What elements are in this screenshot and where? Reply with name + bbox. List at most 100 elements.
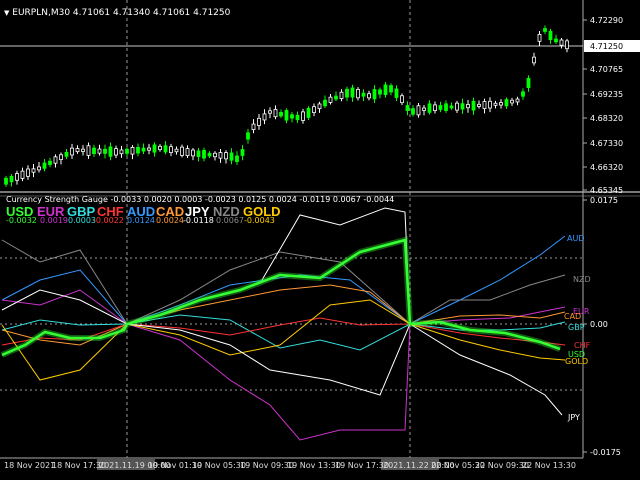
candle-body: [477, 103, 481, 107]
end-label-gbp: GBP: [568, 323, 585, 332]
candle-body: [42, 162, 47, 169]
candle-body: [301, 111, 305, 121]
candle-body: [323, 99, 327, 107]
candle-body: [207, 152, 212, 157]
candle-body: [235, 155, 239, 163]
candle-body: [273, 109, 278, 118]
candle-body: [279, 111, 283, 117]
candle-body: [125, 148, 129, 154]
candle-body: [548, 30, 553, 41]
candle-body: [262, 113, 267, 121]
candle-body: [339, 91, 344, 99]
candle-body: [471, 100, 476, 111]
price-tick-label: 4.66320: [590, 163, 623, 172]
candle-body: [163, 145, 168, 153]
candle-body: [268, 110, 272, 114]
candle-body: [499, 102, 503, 106]
indicator-title: Currency Strength Gauge -0.0033 0.0020 0…: [6, 195, 395, 204]
time-label: 22 Nov 13:30: [522, 461, 576, 470]
candle-body: [130, 147, 135, 155]
candle-body: [92, 147, 96, 154]
candle-body: [108, 146, 113, 157]
time-label: 22 Nov 09:30: [475, 461, 529, 470]
candle-body: [251, 123, 256, 131]
price-tick-label: 4.70765: [590, 65, 623, 74]
candle-body: [422, 107, 426, 111]
candle-body: [20, 170, 25, 179]
candle-body: [526, 78, 531, 88]
candle-body: [394, 88, 399, 98]
price-tick-label: 4.72290: [590, 16, 623, 25]
time-label: 19 Nov 13:30: [287, 461, 341, 470]
candle-body: [449, 105, 454, 109]
candle-body: [350, 87, 355, 98]
candle-body: [141, 147, 146, 152]
currency-value-eur: 0.0019: [40, 216, 68, 225]
candle-body: [240, 149, 245, 156]
candle-body: [64, 152, 69, 157]
candle-body: [356, 88, 360, 99]
candle-body: [70, 147, 74, 156]
candle-body: [229, 152, 234, 161]
time-label: 19 Nov 05:30: [192, 461, 246, 470]
candle-body: [521, 91, 525, 97]
candle-body: [554, 38, 558, 43]
candle-body: [257, 117, 261, 126]
time-label: 18 Nov 17:30: [52, 461, 106, 470]
candle-body: [9, 175, 14, 183]
candle-body: [510, 99, 514, 104]
candle-body: [317, 103, 322, 110]
time-axis-labels: 18 Nov 2021 18 Nov 17:30 2021.11.19 00:0…: [4, 461, 576, 470]
candle-body: [174, 148, 179, 153]
candle-body: [26, 168, 30, 177]
price-tick-label: 4.68320: [590, 114, 623, 123]
candle-body: [169, 146, 173, 154]
time-label: 18 Nov 2021: [4, 461, 55, 470]
time-label: 19 Nov 09:30: [240, 461, 294, 470]
candle-body: [158, 145, 162, 151]
end-label-jpy: JPY: [567, 413, 580, 422]
price-tick-label: 4.65345: [590, 186, 623, 195]
candle-body: [416, 105, 421, 116]
candle-body: [466, 104, 470, 109]
candle-body: [147, 147, 151, 151]
candle-body: [81, 148, 85, 152]
candle-body: [103, 148, 107, 154]
end-label-nzd: NZD: [573, 275, 591, 284]
candle-body: [460, 103, 465, 110]
candle-body: [202, 149, 206, 159]
candle-body: [4, 177, 8, 185]
end-label-chf: CHF: [574, 341, 591, 350]
candle-body: [361, 92, 366, 97]
candle-body: [53, 156, 58, 164]
candle-body: [411, 108, 415, 115]
candle-body: [290, 114, 294, 119]
currency-value-jpy: -0.0118: [183, 216, 214, 225]
candle-body: [75, 148, 80, 153]
candle-body: [345, 88, 349, 98]
candle-body: [59, 154, 63, 161]
time-label: 19 Nov 17:30: [335, 461, 389, 470]
currency-value-gbp: 0.0003: [68, 216, 96, 225]
candle-body: [191, 149, 195, 157]
candle-body: [493, 102, 498, 106]
candle-body: [515, 98, 520, 103]
price-tick-label: 4.67330: [590, 139, 623, 148]
candle-body: [438, 105, 443, 110]
currency-value-aud: 0.0124: [127, 216, 155, 225]
symbol-title: EURPLN,M30 4.71061 4.71340 4.71061 4.712…: [12, 8, 231, 18]
candle-body: [312, 106, 316, 113]
current-price-label: 4.71250: [590, 42, 623, 51]
candle-body: [383, 84, 388, 96]
currency-value-usd: -0.0032: [6, 216, 37, 225]
candle-body: [455, 102, 459, 111]
chart-header: ▼ EURPLN,M30 4.71061 4.71340 4.71061 4.7…: [4, 8, 230, 18]
chart-background: [0, 0, 640, 480]
candle-body: [114, 148, 118, 156]
candle-body: [372, 89, 377, 100]
candle-body: [444, 103, 448, 111]
candle-body: [136, 146, 140, 154]
chart-window[interactable]: 4.72290 4.70765 4.69235 4.68320 4.67330 …: [0, 0, 640, 480]
chart-menu-icon[interactable]: ▼: [4, 9, 9, 17]
price-tick-label: 4.69235: [590, 90, 623, 99]
